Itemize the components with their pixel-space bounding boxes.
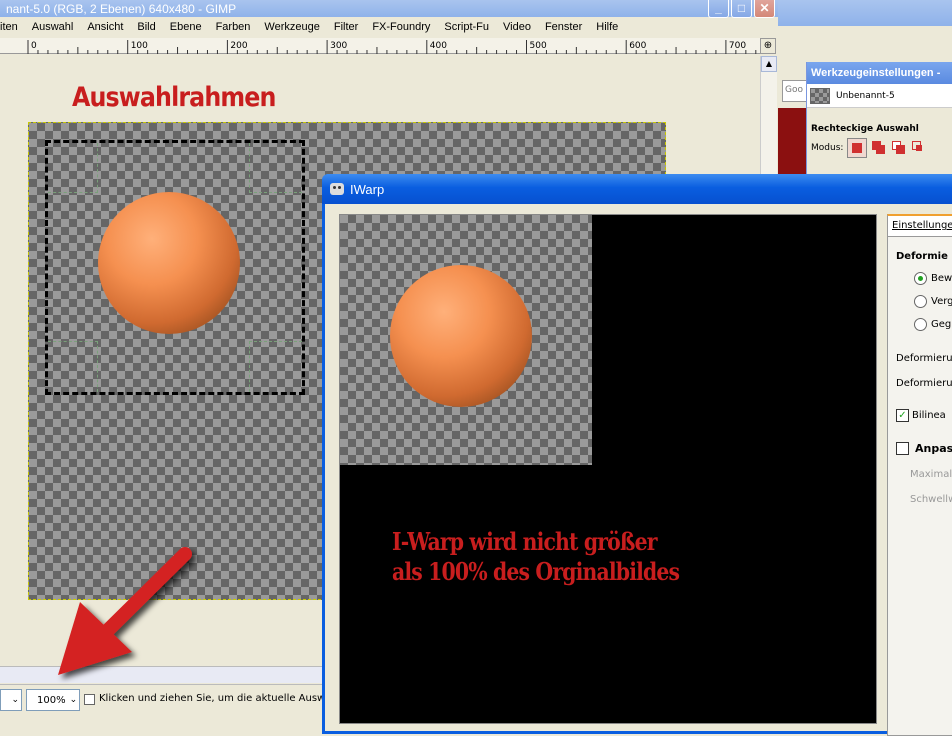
- gimp-wilber-icon: [330, 183, 344, 195]
- unit-dropdown[interactable]: ⌄: [0, 689, 22, 711]
- mode-label: Modus:: [811, 143, 844, 153]
- selection-guide-tl: [48, 143, 98, 193]
- deform-radius-label: Deformieru: [896, 353, 952, 364]
- selection-guide-tr: [249, 143, 302, 193]
- chevron-down-icon: ⌄: [69, 695, 78, 705]
- ruler-label: 700: [729, 41, 746, 51]
- adaptive-row[interactable]: Anpas: [896, 442, 952, 455]
- status-message: Klicken und ziehen Sie, um die aktuelle …: [99, 693, 324, 704]
- selection-guide-bl: [48, 341, 98, 392]
- canvas-title-annotation: Auswahlrahmen: [72, 82, 276, 113]
- menu-item[interactable]: iten: [0, 21, 25, 33]
- deform-amount-label: Deformieru: [896, 378, 952, 389]
- bilinear-row[interactable]: ✓ Bilinea: [896, 409, 952, 422]
- ruler-label: 300: [330, 41, 347, 51]
- zoom-value: 100%: [37, 694, 66, 706]
- menu-item[interactable]: Script-Fu: [437, 21, 496, 33]
- menu-item[interactable]: Ansicht: [80, 21, 130, 33]
- iwarp-preview-frame: I-Warp wird nicht größer als 100% des Or…: [339, 214, 877, 724]
- deform-section-label: Deformie: [896, 251, 948, 262]
- navigate-icon[interactable]: ⊕: [760, 38, 776, 54]
- selection-guide-br: [249, 341, 302, 392]
- radio-swirl[interactable]: Geg: [896, 318, 952, 331]
- ruler-label: 100: [131, 41, 148, 51]
- mode-add-icon[interactable]: [871, 140, 887, 156]
- scroll-up-icon[interactable]: ▲: [761, 56, 777, 72]
- menu-item[interactable]: Auswahl: [25, 21, 81, 33]
- mode-subtract-icon[interactable]: [891, 140, 907, 156]
- threshold-label: Schwellw: [910, 494, 952, 505]
- iwarp-title: IWarp: [350, 181, 385, 197]
- tool-options-titlebar: Werkzeugeinstellungen -: [807, 62, 952, 84]
- ruler-label: 0: [31, 41, 37, 51]
- menu-item[interactable]: Werkzeuge: [257, 21, 326, 33]
- minimize-button[interactable]: _: [708, 0, 729, 18]
- tool-options-window: Werkzeugeinstellungen - Unbenannt-5 Rech…: [806, 62, 952, 182]
- horizontal-ruler: 0 100 200 300 400 500 600 700: [0, 38, 760, 54]
- ruler-label: 200: [230, 41, 247, 51]
- settings-panel: Einstellunge Deformie Bew Verg Geg Defor…: [887, 214, 952, 736]
- adaptive-label: Anpas: [915, 442, 952, 455]
- image-row[interactable]: Unbenannt-5: [807, 84, 952, 108]
- menu-item[interactable]: Bild: [130, 21, 162, 33]
- zoom-dropdown[interactable]: 100% ⌄: [26, 689, 80, 711]
- iwarp-note-line2: als 100% des Orginalbildes: [392, 557, 680, 586]
- tool-name: Rechteckige Auswahl: [811, 124, 919, 134]
- iwarp-note-line1: I-Warp wird nicht größer: [392, 527, 657, 556]
- menu-item[interactable]: Hilfe: [589, 21, 625, 33]
- settings-tab[interactable]: Einstellunge: [887, 214, 952, 236]
- ruler-label: 400: [430, 41, 447, 51]
- menu-item[interactable]: Filter: [327, 21, 365, 33]
- gimp-titlebar: nant-5.0 (RGB, 2 Ebenen) 640x480 - GIMP …: [0, 0, 780, 18]
- iwarp-titlebar: IWarp: [322, 174, 952, 204]
- mode-row: Modus:: [807, 134, 952, 162]
- bilinear-checkbox[interactable]: ✓: [896, 409, 909, 422]
- gimp-title: nant-5.0 (RGB, 2 Ebenen) 640x480 - GIMP: [6, 1, 237, 16]
- iwarp-sphere: [390, 265, 532, 407]
- ruler-label: 600: [629, 41, 646, 51]
- radio-grow-label: Verg: [931, 296, 952, 307]
- radio-grow-icon[interactable]: [914, 295, 927, 308]
- ruler-ticks: 0 100 200 300 400 500 600 700: [27, 40, 757, 54]
- menu-item[interactable]: Ebene: [163, 21, 209, 33]
- image-thumbnail: [810, 87, 830, 104]
- background-titlebar: [778, 0, 952, 26]
- ruler-label: 500: [530, 41, 547, 51]
- bilinear-label: Bilinea: [912, 410, 946, 421]
- radio-grow[interactable]: Verg: [896, 295, 952, 308]
- radio-swirl-icon[interactable]: [914, 318, 927, 331]
- menu-item[interactable]: Fenster: [538, 21, 589, 33]
- image-name: Unbenannt-5: [836, 90, 895, 101]
- close-button[interactable]: ✕: [754, 0, 775, 18]
- settings-tab-label: Einstellunge: [892, 220, 952, 231]
- radio-move-label: Bew: [931, 273, 952, 284]
- radio-move-icon[interactable]: [914, 272, 927, 285]
- adaptive-checkbox[interactable]: [896, 442, 909, 455]
- mode-replace-icon[interactable]: [847, 138, 868, 158]
- menu-item[interactable]: FX-Foundry: [365, 21, 437, 33]
- red-arrow-annotation: [58, 547, 192, 675]
- radio-swirl-label: Geg: [931, 319, 952, 330]
- max-depth-label: Maximale: [910, 469, 952, 480]
- menu-item[interactable]: Video: [496, 21, 538, 33]
- gimp-menubar: iten Auswahl Ansicht Bild Ebene Farben Werkzeu…: [0, 17, 780, 37]
- radio-move[interactable]: Bew: [896, 272, 952, 285]
- status-icon: [84, 694, 95, 705]
- maximize-button[interactable]: □: [731, 0, 752, 18]
- iwarp-dialog: IWarp I-Warp wird nicht größer als 100% …: [322, 174, 952, 736]
- menu-item[interactable]: Farben: [209, 21, 258, 33]
- mode-intersect-icon[interactable]: [911, 140, 927, 156]
